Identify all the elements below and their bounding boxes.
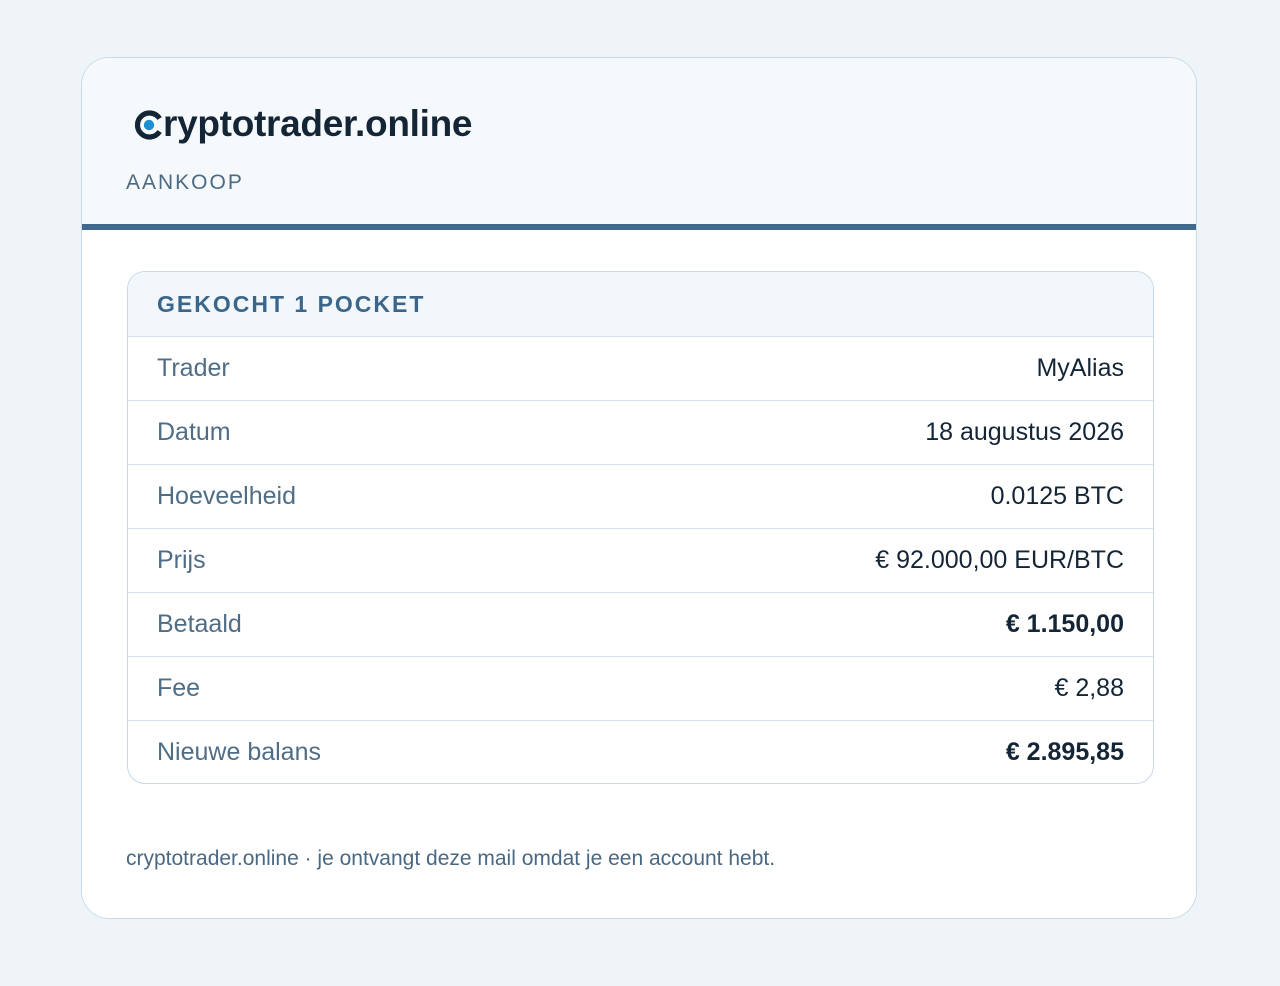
footer-note: cryptotrader.online · je ontvangt deze m… xyxy=(126,847,776,870)
detail-label: Hoeveelheid xyxy=(157,482,296,510)
detail-value: 0.0125 BTC xyxy=(990,482,1124,510)
detail-label: Trader xyxy=(157,354,230,382)
detail-row-paid: Betaald € 1.150,00 xyxy=(128,592,1153,656)
purchase-details-panel: GEKOCHT 1 POCKET Trader MyAlias Datum 18… xyxy=(127,271,1154,784)
detail-value: € 1.150,00 xyxy=(1005,610,1124,638)
brand-name: ryptotrader.online xyxy=(163,103,473,144)
detail-value: € 2,88 xyxy=(1054,674,1124,702)
detail-value: € 2.895,85 xyxy=(1005,738,1124,766)
detail-value: € 92.000,00 EUR/BTC xyxy=(875,546,1124,574)
detail-value: 18 augustus 2026 xyxy=(925,418,1124,446)
panel-title: GEKOCHT 1 POCKET xyxy=(128,272,1153,336)
detail-label: Fee xyxy=(157,674,201,702)
logo-c-circle-icon xyxy=(134,110,164,140)
header-divider xyxy=(82,224,1196,230)
detail-row-amount: Hoeveelheid 0.0125 BTC xyxy=(128,464,1153,528)
detail-row-new-balance: Nieuwe balans € 2.895,85 xyxy=(128,720,1153,783)
detail-row-date: Datum 18 augustus 2026 xyxy=(128,400,1153,464)
detail-label: Datum xyxy=(157,418,231,446)
detail-row-price: Prijs € 92.000,00 EUR/BTC xyxy=(128,528,1153,592)
detail-value: MyAlias xyxy=(1036,354,1124,382)
email-header: ryptotrader.online AANKOOP xyxy=(82,58,1196,224)
detail-label: Betaald xyxy=(157,610,242,638)
detail-label: Prijs xyxy=(157,546,206,574)
brand-logo[interactable]: ryptotrader.online xyxy=(134,102,472,146)
email-card: ryptotrader.online AANKOOP GEKOCHT 1 POC… xyxy=(81,57,1197,919)
detail-label: Nieuwe balans xyxy=(157,738,321,766)
section-label: AANKOOP xyxy=(126,171,244,194)
detail-row-fee: Fee € 2,88 xyxy=(128,656,1153,720)
detail-row-trader: Trader MyAlias xyxy=(128,336,1153,400)
